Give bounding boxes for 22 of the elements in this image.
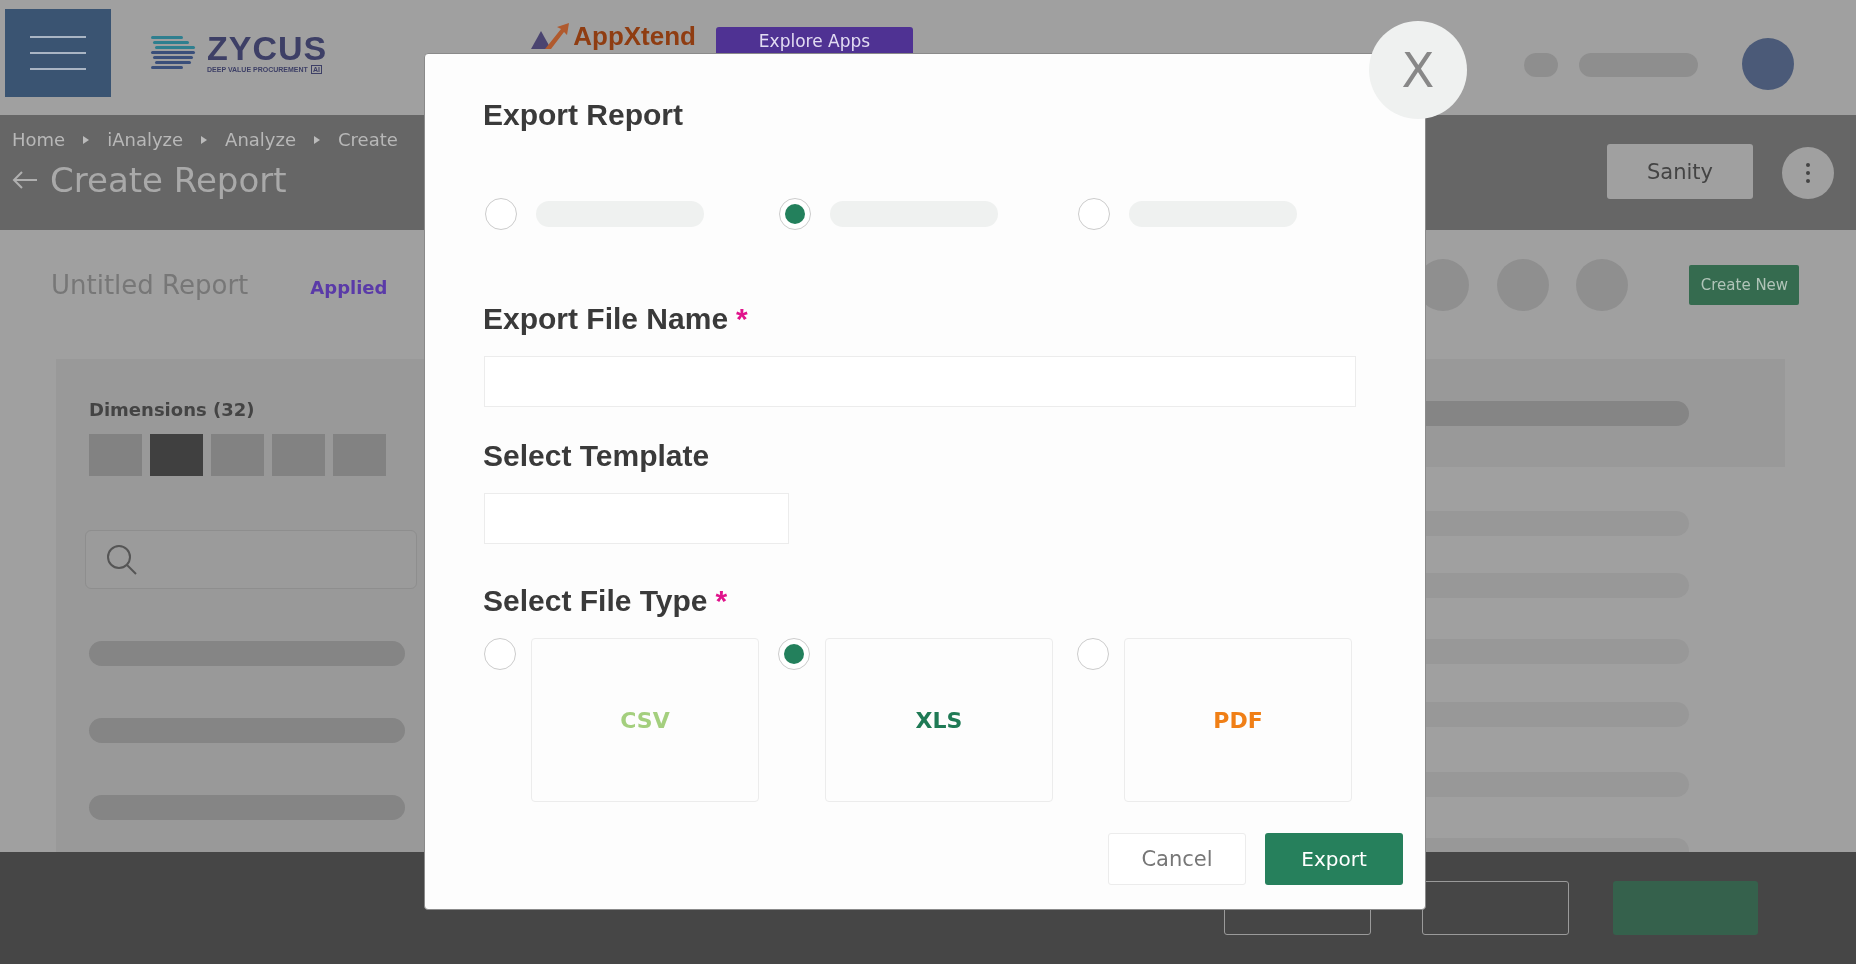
breadcrumb-link[interactable]: Home: [12, 129, 66, 150]
dimensions-title: Dimensions (32): [89, 399, 256, 420]
file-type-card[interactable]: CSV: [531, 638, 759, 802]
field-label: Select Template: [483, 439, 710, 473]
required-mark: *: [736, 302, 748, 336]
applied-label: Applied: [310, 277, 388, 298]
breadcrumb-link[interactable]: Analyze: [225, 129, 297, 150]
logo-text: ZYCUS: [207, 31, 328, 65]
file-type-card[interactable]: XLS: [825, 638, 1053, 802]
page-title: Create Report: [50, 160, 287, 200]
cancel-button[interactable]: Cancel: [1108, 833, 1246, 885]
create-new-button[interactable]: Create New: [1689, 264, 1800, 305]
sanity-button[interactable]: Sanity: [1607, 144, 1753, 199]
breadcrumb-link[interactable]: Create: [338, 129, 398, 150]
required-mark: *: [715, 584, 728, 618]
file-type-card[interactable]: PDF: [1124, 638, 1352, 802]
field-label: Select File Type: [483, 584, 708, 618]
breadcrumb-link[interactable]: iAnalyze: [107, 129, 184, 150]
export-button[interactable]: Export: [1265, 833, 1403, 885]
app-logo-text: AppXtend: [573, 22, 696, 50]
field-label: Export File Name: [483, 302, 729, 336]
dialog-title: Export Report: [483, 98, 684, 132]
